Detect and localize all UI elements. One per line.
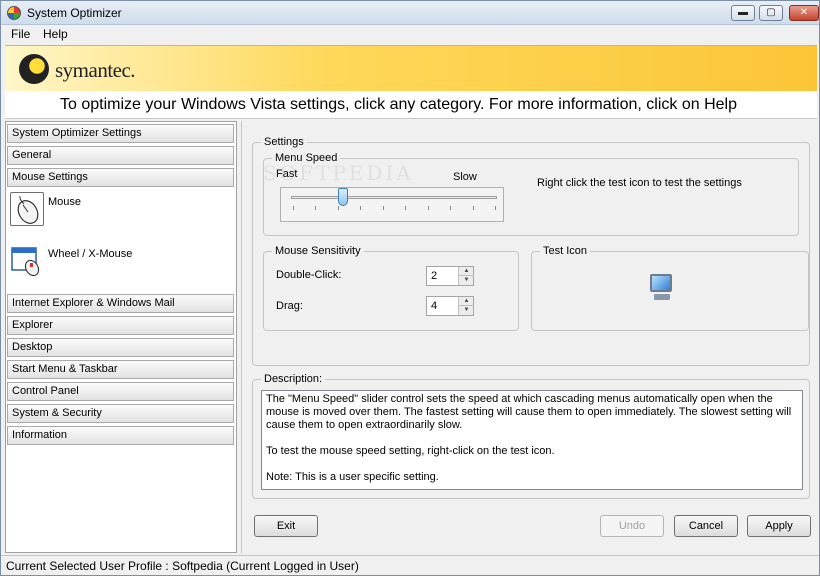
exit-button[interactable]: Exit: [254, 515, 318, 537]
double-click-label: Double-Click:: [276, 269, 342, 281]
slider-thumb[interactable]: [337, 188, 348, 206]
subitem-wheel-xmouse[interactable]: Wheel / X-Mouse: [8, 244, 228, 284]
description-paragraph-3: Note: This is a user specific setting.: [266, 471, 439, 483]
category-sidebar: System Optimizer Settings General Mouse …: [5, 121, 237, 553]
test-icon-legend: Test Icon: [540, 245, 591, 257]
category-start-menu-taskbar[interactable]: Start Menu & Taskbar: [7, 360, 234, 379]
watermark-text: SOFTPEDIA: [263, 161, 414, 185]
double-click-spin-buttons: ▲ ▼: [458, 267, 474, 285]
category-information[interactable]: Information: [7, 426, 234, 445]
category-explorer[interactable]: Explorer: [7, 316, 234, 335]
mouse-sensitivity-legend: Mouse Sensitivity: [272, 245, 364, 257]
status-text: Current Selected User Profile : Softpedi…: [6, 559, 359, 573]
subitem-mouse-label: Mouse: [48, 196, 82, 208]
test-hint-text: Right click the test icon to test the se…: [537, 177, 742, 189]
drag-value: 4: [431, 300, 438, 312]
subitem-wheel-xmouse-label: Wheel / X-Mouse: [48, 248, 133, 260]
drag-spin-buttons: ▲ ▼: [458, 297, 474, 315]
slider-tick: [450, 206, 452, 210]
instruction-bar: To optimize your Windows Vista settings,…: [5, 91, 817, 119]
description-legend: Description:: [261, 373, 326, 385]
app-window: System Optimizer ▬ ▢ ✕ File Help symante…: [0, 0, 820, 576]
instruction-text: To optimize your Windows Vista settings,…: [60, 96, 737, 113]
menu-file[interactable]: File: [11, 27, 30, 41]
test-icon-group: Test Icon: [531, 245, 809, 331]
category-internet-explorer-windows-mail[interactable]: Internet Explorer & Windows Mail: [7, 294, 234, 313]
monitor-icon[interactable]: [650, 274, 674, 304]
category-mouse-settings[interactable]: Mouse Settings: [7, 168, 234, 187]
undo-button[interactable]: Undo: [600, 515, 664, 537]
subitem-mouse[interactable]: Mouse: [8, 192, 228, 232]
slider-tick: [315, 206, 317, 210]
menu-speed-slider[interactable]: [280, 187, 504, 222]
window-title: System Optimizer: [27, 6, 122, 20]
slider-tick: [405, 206, 407, 210]
symantec-logo-icon: [19, 54, 49, 84]
minimize-button[interactable]: ▬: [731, 5, 755, 21]
drag-spinner[interactable]: 4 ▲ ▼: [426, 296, 474, 316]
menu-help[interactable]: Help: [43, 27, 68, 41]
minimize-icon: ▬: [738, 7, 748, 18]
maximize-button[interactable]: ▢: [759, 5, 783, 21]
slider-tick: [337, 206, 339, 210]
spin-up-icon[interactable]: ▲: [459, 267, 474, 276]
status-bar: Current Selected User Profile : Softpedi…: [1, 555, 819, 575]
description-paragraph-2: To test the mouse speed setting, right-c…: [266, 445, 555, 457]
slider-tick: [427, 206, 429, 210]
slider-tick: [382, 206, 384, 210]
slider-tick: [360, 206, 362, 210]
mouse-sensitivity-group: Mouse Sensitivity Double-Click: 2 ▲ ▼ Dr…: [263, 245, 519, 331]
drag-label: Drag:: [276, 300, 303, 312]
wheel-mouse-icon: [10, 244, 44, 278]
description-paragraph-1: The "Menu Speed" slider control sets the…: [266, 393, 792, 431]
settings-legend: Settings: [261, 136, 307, 148]
double-click-spinner[interactable]: 2 ▲ ▼: [426, 266, 474, 286]
brand-logo-text: symantec.: [55, 58, 136, 82]
close-icon: ✕: [799, 7, 809, 18]
category-general[interactable]: General: [7, 146, 234, 165]
spin-down-icon[interactable]: ▼: [459, 306, 474, 315]
spin-down-icon[interactable]: ▼: [459, 276, 474, 285]
apply-button[interactable]: Apply: [747, 515, 811, 537]
category-system-optimizer-settings[interactable]: System Optimizer Settings: [7, 124, 234, 143]
maximize-icon: ▢: [766, 7, 776, 18]
app-icon: [7, 6, 21, 20]
brand-banner: symantec.: [5, 45, 817, 91]
category-system-security[interactable]: System & Security: [7, 404, 234, 423]
slider-tick: [293, 206, 294, 210]
category-desktop[interactable]: Desktop: [7, 338, 234, 357]
description-textbox[interactable]: The "Menu Speed" slider control sets the…: [261, 390, 803, 490]
slider-slow-label: Slow: [453, 171, 477, 183]
description-group: Description: The "Menu Speed" slider con…: [252, 373, 810, 499]
spin-up-icon[interactable]: ▲: [459, 297, 474, 306]
mouse-icon: [10, 192, 44, 226]
slider-tick: [495, 206, 496, 210]
double-click-value: 2: [431, 270, 438, 282]
menu-bar: File Help: [1, 25, 819, 43]
slider-track: [291, 196, 497, 199]
slider-tick: [472, 206, 474, 210]
category-control-panel[interactable]: Control Panel: [7, 382, 234, 401]
settings-panel: Settings Menu Speed Fast Slow Right clic…: [241, 121, 819, 553]
cancel-button[interactable]: Cancel: [674, 515, 738, 537]
title-bar[interactable]: System Optimizer ▬ ▢ ✕: [1, 1, 819, 25]
close-button[interactable]: ✕: [789, 5, 819, 21]
